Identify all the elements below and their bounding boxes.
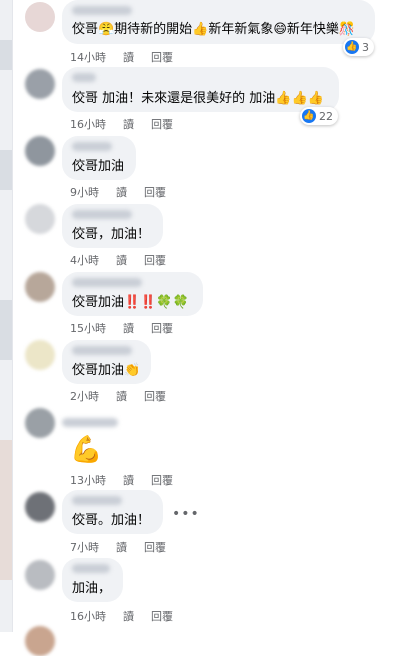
reply-link[interactable]: 回覆 (151, 474, 173, 487)
author-name-blurred[interactable] (72, 346, 132, 355)
comment-meta: 16小時 讀 回覆 (70, 116, 190, 132)
background-page-strip (0, 0, 12, 632)
author-name-blurred[interactable] (72, 496, 122, 505)
comment-bubble-blurred-name (62, 416, 120, 432)
flexed-biceps-emoji: 💪 (70, 435, 103, 465)
author-name-blurred[interactable] (72, 73, 96, 82)
reaction-count[interactable]: 👍 3 (343, 38, 374, 56)
read-link[interactable]: 讀 (116, 254, 127, 267)
reaction-count[interactable]: 👍 22 (300, 107, 338, 125)
read-link[interactable]: 讀 (116, 541, 127, 554)
comment-text: 加油， (72, 581, 112, 596)
timestamp[interactable]: 13小時 (70, 474, 106, 487)
read-link[interactable]: 讀 (116, 390, 127, 403)
comment-text: 佼哥 加油！未來還是很美好的 加油👍👍👍 (72, 91, 324, 106)
comment-meta: 15小時 讀 回覆 (70, 320, 190, 336)
avatar[interactable] (25, 136, 55, 166)
reply-link[interactable]: 回覆 (151, 118, 173, 131)
comment-meta: 9小時 讀 回覆 (70, 184, 183, 200)
avatar[interactable] (25, 272, 55, 302)
timestamp[interactable]: 4小時 (70, 254, 99, 267)
comment-bubble: 佼哥，加油！ (62, 204, 163, 248)
comment-text: 佼哥，加油！ (72, 227, 151, 242)
comment-text: 佼哥加油 (72, 159, 125, 174)
avatar[interactable] (25, 408, 55, 438)
read-link[interactable]: 讀 (123, 474, 134, 487)
avatar[interactable] (25, 560, 55, 590)
comment-bubble: 佼哥 加油！未來還是很美好的 加油👍👍👍 (62, 67, 339, 112)
comment-text: 佼哥。加油！ (72, 513, 151, 528)
timestamp[interactable]: 7小時 (70, 541, 99, 554)
comment-text: 佼哥加油👏 (72, 363, 141, 378)
timestamp[interactable]: 2小時 (70, 390, 99, 403)
reply-link[interactable]: 回覆 (151, 610, 173, 623)
read-link[interactable]: 讀 (123, 322, 134, 335)
reply-link[interactable]: 回覆 (144, 254, 166, 267)
timestamp[interactable]: 16小時 (70, 118, 106, 131)
comment-bubble: 佼哥加油‼️‼️🍀🍀 (62, 272, 203, 316)
reply-link[interactable]: 回覆 (151, 322, 173, 335)
comment-bubble: 佼哥😤期待新的開始👍新年新氣象😄新年快樂🎊 (62, 0, 375, 44)
like-icon: 👍 (345, 40, 359, 54)
comment-text: 佼哥加油‼️‼️🍀🍀 (72, 295, 189, 310)
panel-divider (12, 0, 13, 632)
read-link[interactable]: 讀 (116, 186, 127, 199)
comment-text: 佼哥😤期待新的開始👍新年新氣象😄新年快樂🎊 (72, 22, 356, 37)
author-name-blurred[interactable] (72, 210, 132, 219)
comment-meta: 2小時 讀 回覆 (70, 388, 183, 404)
author-name-blurred[interactable] (72, 6, 132, 15)
avatar[interactable] (25, 492, 55, 522)
avatar[interactable] (25, 204, 55, 234)
comment-meta: 4小時 讀 回覆 (70, 252, 183, 268)
author-name-blurred[interactable] (72, 564, 110, 573)
comment-meta: 7小時 讀 回覆 (70, 539, 183, 555)
reply-link[interactable]: 回覆 (144, 390, 166, 403)
author-name-blurred[interactable] (62, 418, 118, 427)
timestamp[interactable]: 9小時 (70, 186, 99, 199)
reply-link[interactable]: 回覆 (144, 186, 166, 199)
read-link[interactable]: 讀 (123, 118, 134, 131)
avatar[interactable] (25, 2, 55, 32)
avatar[interactable] (25, 69, 55, 99)
comment-bubble: 佼哥加油👏 (62, 340, 151, 384)
author-name-blurred[interactable] (72, 278, 142, 287)
avatar[interactable] (25, 626, 55, 656)
read-link[interactable]: 讀 (123, 610, 134, 623)
timestamp[interactable]: 16小時 (70, 610, 106, 623)
reply-link[interactable]: 回覆 (151, 51, 173, 64)
reply-link[interactable]: 回覆 (144, 541, 166, 554)
comment-meta: 13小時 讀 回覆 (70, 472, 190, 488)
author-name-blurred[interactable] (72, 142, 112, 151)
avatar[interactable] (25, 340, 55, 370)
comment-meta: 16小時 讀 回覆 (70, 608, 190, 624)
read-link[interactable]: 讀 (123, 51, 134, 64)
timestamp[interactable]: 14小時 (70, 51, 106, 64)
timestamp[interactable]: 15小時 (70, 322, 106, 335)
more-options-icon[interactable]: ••• (172, 506, 200, 522)
comment-bubble: 佼哥。加油！ (62, 490, 163, 534)
like-icon: 👍 (302, 109, 316, 123)
comment-bubble: 加油， (62, 558, 123, 602)
comment-bubble: 佼哥加油 (62, 136, 136, 180)
comment-meta: 14小時 讀 回覆 (70, 49, 190, 65)
